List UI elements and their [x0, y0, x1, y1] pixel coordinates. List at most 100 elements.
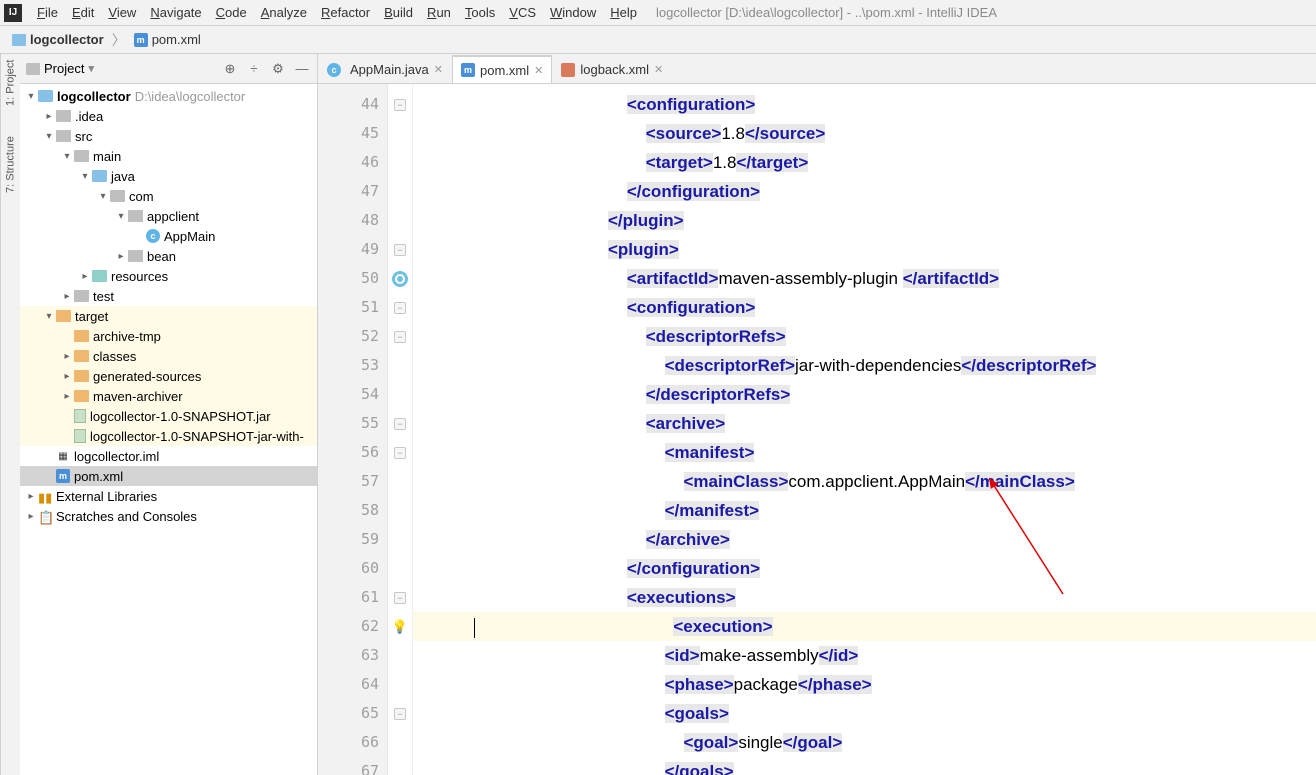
tree-item-test[interactable]: ▸test [20, 286, 317, 306]
tree-item-appclient[interactable]: ▾appclient [20, 206, 317, 226]
code-line-65[interactable]: <goals> [413, 699, 1316, 728]
tree-item-archive-tmp[interactable]: archive-tmp [20, 326, 317, 346]
code-line-60[interactable]: </configuration> [413, 554, 1316, 583]
menu-run[interactable]: Run [420, 2, 458, 23]
tree-item-idea[interactable]: ▸.idea [20, 106, 317, 126]
java-class-icon: c [327, 63, 341, 77]
tab-logback-xml[interactable]: logback.xml✕ [552, 55, 672, 83]
tree-item-ext-lib[interactable]: ▸▮▮External Libraries [20, 486, 317, 506]
tree-item-generated-sources[interactable]: ▸generated-sources [20, 366, 317, 386]
menu-code[interactable]: Code [209, 2, 254, 23]
tab-label: pom.xml [480, 63, 529, 78]
tree-item-classes[interactable]: ▸classes [20, 346, 317, 366]
close-icon[interactable]: ✕ [434, 63, 443, 76]
hide-icon[interactable]: — [293, 60, 311, 78]
project-tool-button[interactable]: 1: Project [5, 60, 17, 106]
project-panel-title[interactable]: Project ▾ [26, 61, 215, 76]
chevron-right-icon: 〉 [110, 30, 128, 50]
project-panel-header: Project ▾ ⊕ ÷ ⚙ — [20, 54, 317, 84]
code-line-52[interactable]: <descriptorRefs> [413, 322, 1316, 351]
breadcrumb-file[interactable]: m pom.xml [130, 30, 205, 49]
code-line-48[interactable]: </plugin> [413, 206, 1316, 235]
folder-icon [110, 190, 125, 202]
code-line-58[interactable]: </manifest> [413, 496, 1316, 525]
code-line-47[interactable]: </configuration> [413, 177, 1316, 206]
bulb-icon[interactable]: 💡 [392, 619, 408, 635]
close-icon[interactable]: ✕ [654, 63, 663, 76]
menu-build[interactable]: Build [377, 2, 420, 23]
code-line-53[interactable]: <descriptorRef>jar-with-dependencies</de… [413, 351, 1316, 380]
fold-icon[interactable]: − [394, 331, 406, 343]
code-line-61[interactable]: <executions> [413, 583, 1316, 612]
menu-view[interactable]: View [101, 2, 143, 23]
fold-icon[interactable]: − [394, 708, 406, 720]
code-editor[interactable]: <configuration> <source>1.8</source> <ta… [413, 84, 1316, 775]
tree-item-main[interactable]: ▾main [20, 146, 317, 166]
menu-edit[interactable]: Edit [65, 2, 101, 23]
tree-item-com[interactable]: ▾com [20, 186, 317, 206]
folder-icon [74, 150, 89, 162]
tree-item-pom[interactable]: mpom.xml [20, 466, 317, 486]
fold-icon[interactable]: − [394, 244, 406, 256]
code-line-54[interactable]: </descriptorRefs> [413, 380, 1316, 409]
tree-item-scratches[interactable]: ▸📋Scratches and Consoles [20, 506, 317, 526]
menu-analyze[interactable]: Analyze [254, 2, 314, 23]
line-number-gutter[interactable]: 4445464748495051525354555657585960616263… [318, 84, 388, 775]
intellij-icon: IJ [4, 4, 22, 22]
code-line-44[interactable]: <configuration> [413, 90, 1316, 119]
tab-pom-xml[interactable]: m pom.xml ✕ [452, 55, 552, 83]
tree-item-target[interactable]: ▾target [20, 306, 317, 326]
tree-item-maven-archiver[interactable]: ▸maven-archiver [20, 386, 317, 406]
code-line-55[interactable]: <archive> [413, 409, 1316, 438]
code-line-57[interactable]: <mainClass>com.appclient.AppMain</mainCl… [413, 467, 1316, 496]
menu-refactor[interactable]: Refactor [314, 2, 377, 23]
tab-label: AppMain.java [350, 62, 429, 77]
code-line-56[interactable]: <manifest> [413, 438, 1316, 467]
code-line-45[interactable]: <source>1.8</source> [413, 119, 1316, 148]
structure-tool-button[interactable]: 7: Structure [5, 136, 17, 193]
tree-item-iml[interactable]: ▦logcollector.iml [20, 446, 317, 466]
editor-body: 4445464748495051525354555657585960616263… [318, 84, 1316, 775]
collapse-icon[interactable]: ÷ [245, 60, 263, 78]
code-line-59[interactable]: </archive> [413, 525, 1316, 554]
tree-item-appmain[interactable]: cAppMain [20, 226, 317, 246]
fold-icon[interactable]: − [394, 418, 406, 430]
locate-icon[interactable]: ⊕ [221, 60, 239, 78]
maven-icon: m [461, 63, 475, 77]
tree-item-bean[interactable]: ▸bean [20, 246, 317, 266]
folder-icon [74, 390, 89, 402]
code-line-63[interactable]: <id>make-assembly</id> [413, 641, 1316, 670]
code-line-66[interactable]: <goal>single</goal> [413, 728, 1316, 757]
tree-item-jar2[interactable]: logcollector-1.0-SNAPSHOT-jar-with- [20, 426, 317, 446]
gear-icon[interactable]: ⚙ [269, 60, 287, 78]
fold-icon[interactable]: − [394, 99, 406, 111]
tree-item-src[interactable]: ▾src [20, 126, 317, 146]
fold-icon[interactable]: − [394, 302, 406, 314]
tree-item-java[interactable]: ▾java [20, 166, 317, 186]
tree-item-resources[interactable]: ▸resources [20, 266, 317, 286]
fold-icon[interactable]: − [394, 592, 406, 604]
menu-vcs[interactable]: VCS [502, 2, 543, 23]
code-line-64[interactable]: <phase>package</phase> [413, 670, 1316, 699]
code-line-62[interactable]: <execution> [413, 612, 1316, 641]
code-line-49[interactable]: <plugin> [413, 235, 1316, 264]
code-line-51[interactable]: <configuration> [413, 293, 1316, 322]
tree-item-jar1[interactable]: logcollector-1.0-SNAPSHOT.jar [20, 406, 317, 426]
menu-navigate[interactable]: Navigate [143, 2, 208, 23]
menu-window[interactable]: Window [543, 2, 603, 23]
code-line-46[interactable]: <target>1.8</target> [413, 148, 1316, 177]
close-icon[interactable]: ✕ [534, 64, 543, 77]
fold-gutter[interactable]: − − − − − − − 💡 − [388, 84, 413, 775]
breadcrumb-root[interactable]: logcollector [8, 30, 108, 49]
code-line-67[interactable]: </goals> [413, 757, 1316, 775]
menu-file[interactable]: File [30, 2, 65, 23]
menu-help[interactable]: Help [603, 2, 644, 23]
folder-icon [74, 290, 89, 302]
code-line-50[interactable]: <artifactId>maven-assembly-plugin </arti… [413, 264, 1316, 293]
fold-icon[interactable]: − [394, 447, 406, 459]
project-tree[interactable]: ▾logcollectorD:\idea\logcollector ▸.idea… [20, 84, 317, 775]
menu-tools[interactable]: Tools [458, 2, 502, 23]
tab-AppMain-java[interactable]: c AppMain.java ✕ [318, 55, 452, 83]
gutter-run-icon[interactable] [392, 271, 408, 287]
tree-root[interactable]: ▾logcollectorD:\idea\logcollector [20, 86, 317, 106]
